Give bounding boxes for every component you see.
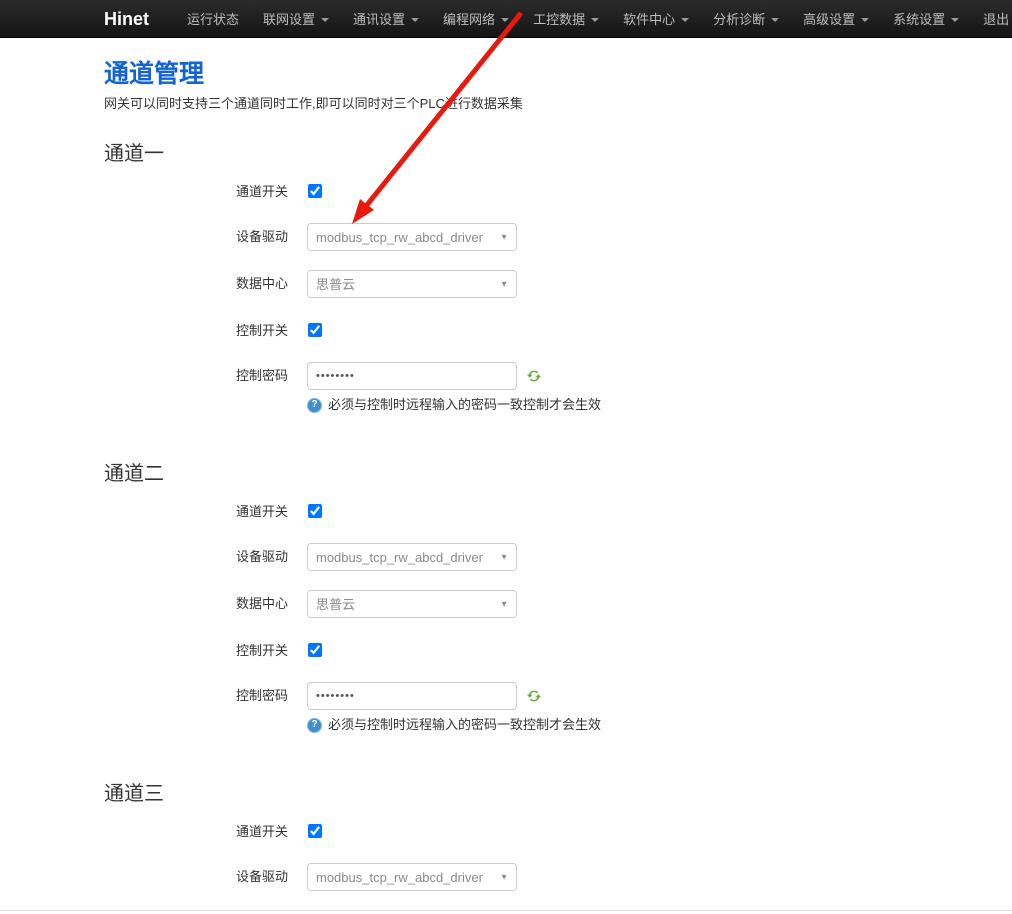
channel3-device-driver-select[interactable]: modbus_tcp_rw_abcd_driver xyxy=(307,863,517,891)
password-help: ? 必须与控制时远程输入的密码一致控制才会生效 xyxy=(307,397,601,413)
nav-item-programming-network[interactable]: 编程网络 xyxy=(431,0,521,38)
channel-2-heading: 通道二 xyxy=(104,461,1012,488)
channel3-switch-checkbox[interactable] xyxy=(308,824,322,838)
caret-down-icon xyxy=(411,18,419,22)
channel-3-section: 通道三 通道开关 设备驱动 modbus_tcp_rw_abcd_driver … xyxy=(104,781,1012,891)
refresh-icon[interactable] xyxy=(526,688,542,704)
data-center-select-wrap: 思普云 ▼ xyxy=(307,590,517,618)
refresh-icon[interactable] xyxy=(526,368,542,384)
channel1-data-center-select[interactable]: 思普云 xyxy=(307,270,517,298)
channel-2-section: 通道二 通道开关 设备驱动 modbus_tcp_rw_abcd_driver … xyxy=(104,461,1012,733)
nav-item-label: 通讯设置 xyxy=(353,9,405,28)
data-center-select-wrap: 思普云 ▼ xyxy=(307,270,517,298)
nav-item-system-settings[interactable]: 系统设置 xyxy=(881,0,971,38)
channel-switch-label: 通道开关 xyxy=(104,818,288,844)
channel1-control-switch-checkbox[interactable] xyxy=(308,323,322,337)
channel1-control-password-input[interactable] xyxy=(307,362,517,390)
channel2-control-switch-checkbox[interactable] xyxy=(308,643,322,657)
nav-menu: 运行状态 联网设置 通讯设置 编程网络 工控数据 软件中心 分析诊断 高级设置 … xyxy=(175,0,1012,37)
caret-down-icon xyxy=(951,18,959,22)
channel-switch-row: 通道开关 xyxy=(104,818,1012,844)
control-password-label: 控制密码 xyxy=(104,682,288,733)
nav-item-label: 联网设置 xyxy=(263,9,315,28)
channel-switch-label: 通道开关 xyxy=(104,498,288,524)
nav-item-advanced-settings[interactable]: 高级设置 xyxy=(791,0,881,38)
device-driver-label: 设备驱动 xyxy=(104,863,288,891)
password-help: ? 必须与控制时远程输入的密码一致控制才会生效 xyxy=(307,717,601,733)
data-center-label: 数据中心 xyxy=(104,270,288,298)
caret-down-icon xyxy=(321,18,329,22)
nav-item-running-status[interactable]: 运行状态 xyxy=(175,0,251,38)
channel-1-section: 通道一 通道开关 设备驱动 modbus_tcp_rw_abcd_driver … xyxy=(104,141,1012,413)
nav-item-label: 软件中心 xyxy=(623,9,675,28)
nav-item-industrial-data[interactable]: 工控数据 xyxy=(521,0,611,38)
device-driver-select-wrap: modbus_tcp_rw_abcd_driver ▼ xyxy=(307,223,517,251)
nav-item-comm-settings[interactable]: 通讯设置 xyxy=(341,0,431,38)
nav-item-logout[interactable]: 退出 xyxy=(971,0,1012,38)
channel2-device-driver-select[interactable]: modbus_tcp_rw_abcd_driver xyxy=(307,543,517,571)
control-password-row: 控制密码 ? 必须与控制时远程输入的密码一致控制才会生效 xyxy=(104,362,1012,413)
page-title: 通道管理 xyxy=(104,59,1012,89)
device-driver-label: 设备驱动 xyxy=(104,543,288,571)
control-switch-label: 控制开关 xyxy=(104,317,288,343)
control-switch-label: 控制开关 xyxy=(104,637,288,663)
nav-item-network-settings[interactable]: 联网设置 xyxy=(251,0,341,38)
caret-down-icon xyxy=(861,18,869,22)
caret-down-icon xyxy=(501,18,509,22)
channel1-switch-checkbox[interactable] xyxy=(308,184,322,198)
device-driver-row: 设备驱动 modbus_tcp_rw_abcd_driver ▼ xyxy=(104,223,1012,251)
control-switch-row: 控制开关 xyxy=(104,317,1012,343)
data-center-row: 数据中心 思普云 ▼ xyxy=(104,270,1012,298)
nav-item-label: 高级设置 xyxy=(803,9,855,28)
channel2-control-password-input[interactable] xyxy=(307,682,517,710)
data-center-row: 数据中心 思普云 ▼ xyxy=(104,590,1012,618)
nav-item-label: 工控数据 xyxy=(533,9,585,28)
control-password-label: 控制密码 xyxy=(104,362,288,413)
control-switch-row: 控制开关 xyxy=(104,637,1012,663)
channel-3-heading: 通道三 xyxy=(104,781,1012,808)
device-driver-label: 设备驱动 xyxy=(104,223,288,251)
nav-item-label: 系统设置 xyxy=(893,9,945,28)
nav-item-software-center[interactable]: 软件中心 xyxy=(611,0,701,38)
nav-item-label: 退出 xyxy=(983,9,1009,28)
channel-switch-row: 通道开关 xyxy=(104,178,1012,204)
brand-logo[interactable]: Hinet xyxy=(104,0,149,38)
nav-item-label: 分析诊断 xyxy=(713,9,765,28)
help-question-icon: ? xyxy=(307,398,322,413)
data-center-label: 数据中心 xyxy=(104,590,288,618)
nav-item-label: 运行状态 xyxy=(187,9,239,28)
channel1-device-driver-select[interactable]: modbus_tcp_rw_abcd_driver xyxy=(307,223,517,251)
device-driver-select-wrap: modbus_tcp_rw_abcd_driver ▼ xyxy=(307,543,517,571)
control-password-row: 控制密码 ? 必须与控制时远程输入的密码一致控制才会生效 xyxy=(104,682,1012,733)
caret-down-icon xyxy=(771,18,779,22)
caret-down-icon xyxy=(591,18,599,22)
password-help-text: 必须与控制时远程输入的密码一致控制才会生效 xyxy=(328,717,601,733)
device-driver-row: 设备驱动 modbus_tcp_rw_abcd_driver ▼ xyxy=(104,863,1012,891)
content-area: 通道管理 网关可以同时支持三个通道同时工作,即可以同时对三个PLC进行数据采集 … xyxy=(104,59,1012,891)
channel2-data-center-select[interactable]: 思普云 xyxy=(307,590,517,618)
help-question-icon: ? xyxy=(307,718,322,733)
top-navbar: Hinet 运行状态 联网设置 通讯设置 编程网络 工控数据 软件中心 分析诊断… xyxy=(0,0,1012,38)
channel-switch-row: 通道开关 xyxy=(104,498,1012,524)
password-help-text: 必须与控制时远程输入的密码一致控制才会生效 xyxy=(328,397,601,413)
page-subtitle: 网关可以同时支持三个通道同时工作,即可以同时对三个PLC进行数据采集 xyxy=(104,96,1012,112)
nav-item-analysis-diagnosis[interactable]: 分析诊断 xyxy=(701,0,791,38)
device-driver-select-wrap: modbus_tcp_rw_abcd_driver ▼ xyxy=(307,863,517,891)
channel-1-heading: 通道一 xyxy=(104,141,1012,168)
channel-switch-label: 通道开关 xyxy=(104,178,288,204)
device-driver-row: 设备驱动 modbus_tcp_rw_abcd_driver ▼ xyxy=(104,543,1012,571)
nav-item-label: 编程网络 xyxy=(443,9,495,28)
bottom-divider xyxy=(0,910,1012,911)
channel2-switch-checkbox[interactable] xyxy=(308,504,322,518)
caret-down-icon xyxy=(681,18,689,22)
